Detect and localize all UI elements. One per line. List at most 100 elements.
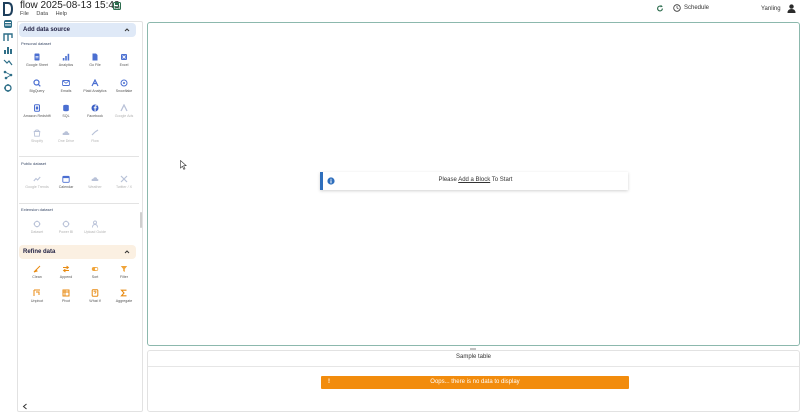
personal-dataset-label: Personal dataset	[21, 41, 52, 46]
tile-amazon-redshift[interactable]: Amazon Redshift	[23, 103, 51, 125]
tile-aggregate[interactable]: Aggregate	[110, 288, 138, 310]
tile-pivot[interactable]: Pivot	[52, 288, 80, 310]
tile-power-bi[interactable]: Power BI	[52, 219, 80, 241]
sort-icon	[91, 267, 99, 271]
plugin-icon[interactable]	[3, 83, 13, 93]
tile-go-file[interactable]: Go File	[81, 52, 109, 74]
tile-label: Emails	[60, 89, 72, 93]
schedule-button[interactable]: Schedule	[673, 4, 709, 12]
user-name: Yanling	[761, 5, 781, 12]
add-data-source-label: Add data source	[23, 27, 71, 33]
notice-suffix: To Start	[491, 177, 513, 183]
chart-icon[interactable]	[3, 45, 13, 55]
plaid-icon	[91, 79, 99, 87]
calendar-icon	[62, 175, 70, 183]
shopify-icon	[33, 129, 41, 137]
database-icon[interactable]	[3, 19, 13, 29]
save-icon[interactable]	[113, 2, 121, 10]
tile-twitter-x[interactable]: Twitter / X	[110, 174, 138, 196]
refresh-icon[interactable]	[656, 4, 664, 13]
tile-sort[interactable]: Sort	[81, 264, 109, 286]
network-icon[interactable]	[3, 70, 13, 80]
user-avatar-icon	[787, 4, 796, 13]
facebook-icon	[91, 104, 99, 112]
tile-emails[interactable]: Emails	[52, 78, 80, 100]
tile-clean[interactable]: Clean	[23, 264, 51, 286]
tile-shopify[interactable]: Shopify	[23, 128, 51, 150]
tile-bigquery[interactable]: BigQuery	[23, 78, 51, 100]
tile-filter[interactable]: Filter	[110, 264, 138, 286]
google-ads-icon	[120, 104, 128, 112]
trend-icon[interactable]	[3, 57, 13, 67]
tile-label: Append	[59, 275, 73, 279]
data-source-panel: Add data source Personal dataset Google …	[17, 21, 143, 412]
tile-plaid-analytics[interactable]: Plaid Analytics	[81, 78, 109, 100]
what-if-icon	[91, 289, 99, 297]
no-data-alert: ! Oops... there is no data to display	[321, 376, 629, 389]
refine-data-header[interactable]: Refine data	[19, 245, 136, 259]
tile-label: Pivot	[62, 299, 70, 303]
menu-help[interactable]: Help	[56, 11, 67, 17]
tile-what-if[interactable]: What If	[81, 288, 109, 310]
mouse-cursor-icon	[180, 160, 187, 170]
tile-label: Filter	[120, 275, 128, 279]
tile-label: Calendar	[58, 185, 74, 189]
analytics-icon	[62, 53, 70, 61]
email-icon	[62, 80, 70, 86]
tile-label: Facebook	[87, 114, 103, 118]
unpivot-icon	[33, 289, 40, 296]
tile-label: Go File	[89, 63, 101, 67]
menu-data[interactable]: Data	[36, 11, 48, 17]
google-sheet-icon	[34, 53, 40, 61]
no-data-message: Oops... there is no data to display	[430, 379, 520, 385]
dataset-icon	[33, 220, 41, 228]
chevron-up-icon	[124, 28, 130, 32]
section-divider	[19, 203, 139, 204]
tile-unpivot[interactable]: Unpivot	[23, 288, 51, 310]
tile-one-drive[interactable]: One Drive	[52, 128, 80, 150]
clock-icon	[673, 4, 681, 12]
tile-google-trends[interactable]: Google Trends	[23, 174, 51, 196]
tile-facebook[interactable]: Facebook	[81, 103, 109, 125]
pivot-icon	[62, 289, 70, 297]
tile-label: Weather	[88, 185, 102, 189]
tile-label: Amazon Redshift	[23, 114, 51, 118]
tile-weather[interactable]: Weather	[81, 174, 109, 196]
sample-table-panel: Sample table ! Oops... there is no data …	[147, 350, 800, 412]
add-data-source-header[interactable]: Add data source	[19, 23, 136, 37]
tile-sql[interactable]: SQL	[52, 103, 80, 125]
chevron-up-icon	[124, 250, 130, 254]
x-icon	[120, 175, 128, 183]
panel-scrollbar[interactable]	[140, 212, 142, 228]
add-block-notice: Please Add a Block To Start	[320, 172, 628, 190]
tile-flow[interactable]: Flow	[81, 128, 109, 150]
tile-append[interactable]: Append	[52, 264, 80, 286]
tile-google-ads[interactable]: Google Ads	[110, 103, 138, 125]
tile-label: Excel	[119, 63, 129, 67]
tile-google-sheet[interactable]: Google Sheet	[23, 52, 51, 74]
tile-label: Flow	[91, 139, 99, 143]
tile-upload-guide[interactable]: Upload Guide	[81, 219, 109, 241]
flow-title[interactable]: flow 2025-08-13 15:43	[20, 0, 120, 11]
tile-excel[interactable]: Excel	[110, 52, 138, 74]
section-divider	[19, 156, 139, 157]
weather-icon	[91, 177, 99, 181]
append-icon	[62, 265, 70, 273]
tile-snowflake[interactable]: Snowflake	[110, 78, 138, 100]
filter-icon	[120, 266, 128, 272]
flow-icon[interactable]	[3, 32, 13, 42]
bigquery-icon	[33, 79, 41, 87]
tile-label: What If	[89, 299, 101, 303]
tile-calendar[interactable]: Calendar	[52, 174, 80, 196]
tile-analytics[interactable]: Analytics	[52, 52, 80, 74]
add-block-link[interactable]: Add a Block	[458, 177, 490, 183]
app-header: flow 2025-08-13 15:43 File Data Help Sch…	[16, 0, 800, 20]
collapse-panel-icon[interactable]	[22, 403, 28, 410]
public-dataset-label: Public dataset	[21, 161, 47, 166]
tile-label: Google Sheet	[26, 63, 48, 67]
tile-dataset[interactable]: Dataset	[23, 219, 51, 241]
user-menu[interactable]: Yanling	[761, 4, 796, 13]
clean-icon	[33, 265, 41, 273]
menu-file[interactable]: File	[20, 11, 29, 17]
tile-label: Google Ads	[114, 114, 134, 118]
